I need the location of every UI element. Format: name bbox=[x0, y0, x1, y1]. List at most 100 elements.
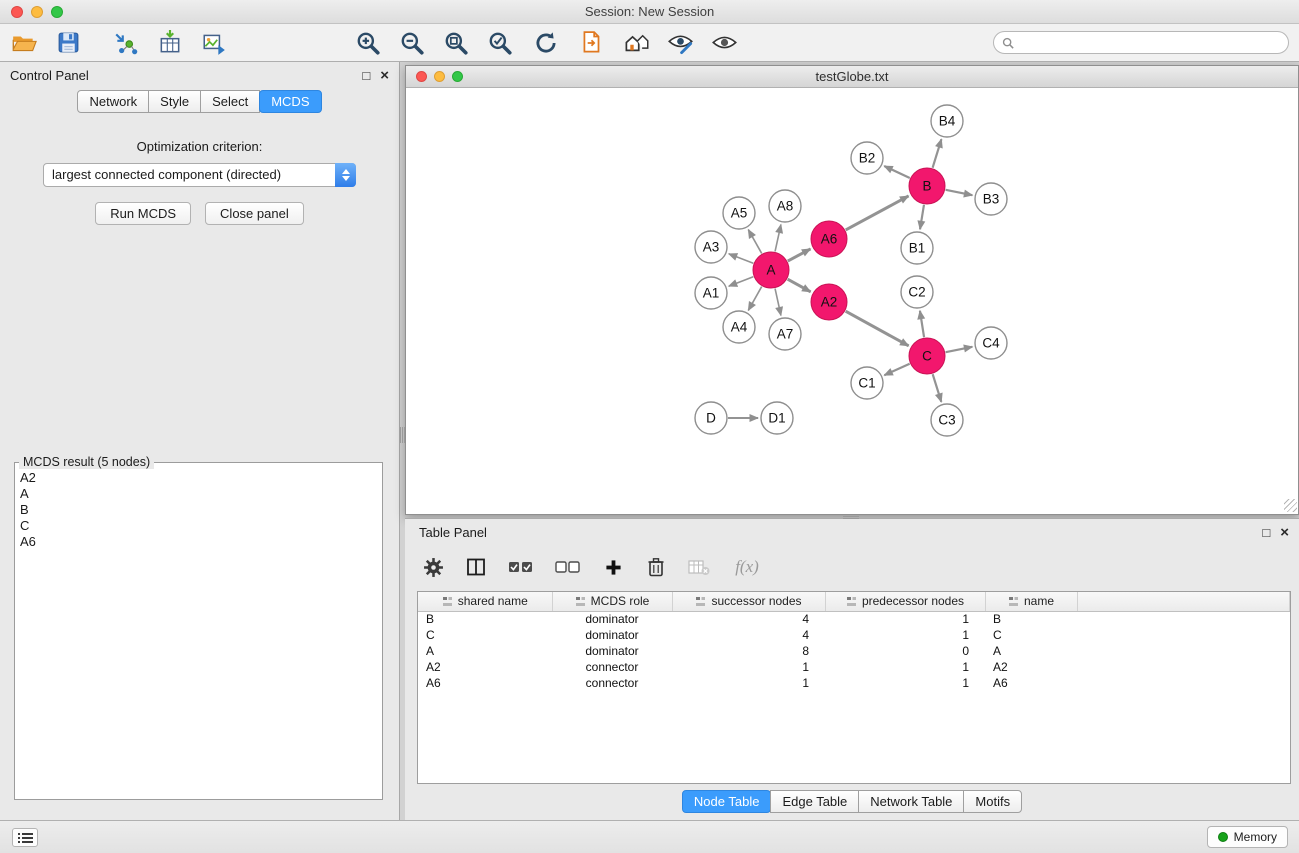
vertical-split-handle[interactable] bbox=[400, 427, 405, 443]
cell-name[interactable]: A2 bbox=[985, 659, 1077, 675]
edge-C-C1[interactable] bbox=[884, 364, 909, 375]
tab-motifs[interactable]: Motifs bbox=[963, 790, 1022, 813]
node-A4[interactable]: A4 bbox=[723, 311, 755, 343]
cell-predecessor-nodes[interactable]: 1 bbox=[825, 659, 985, 675]
table-settings-button[interactable] bbox=[421, 555, 445, 579]
home-network-button[interactable] bbox=[622, 29, 650, 57]
tab-mcds[interactable]: MCDS bbox=[259, 90, 321, 113]
tab-select[interactable]: Select bbox=[200, 90, 260, 113]
node-A1[interactable]: A1 bbox=[695, 277, 727, 309]
memory-button[interactable]: Memory bbox=[1207, 826, 1288, 848]
node-B2[interactable]: B2 bbox=[851, 142, 883, 174]
cell-mcds-role[interactable]: dominator bbox=[552, 643, 672, 659]
cell-mcds-role[interactable]: dominator bbox=[552, 627, 672, 643]
cell-shared-name[interactable]: A6 bbox=[418, 675, 552, 691]
column-header-predecessor-nodes[interactable]: predecessor nodes bbox=[825, 592, 985, 611]
cell-successor-nodes[interactable]: 1 bbox=[672, 675, 825, 691]
edge-A-A6[interactable] bbox=[788, 249, 811, 261]
cell-successor-nodes[interactable]: 4 bbox=[672, 611, 825, 627]
search-input[interactable] bbox=[1019, 36, 1288, 50]
open-session-button[interactable] bbox=[10, 29, 38, 57]
cell-shared-name[interactable]: C bbox=[418, 627, 552, 643]
zoom-fit-button[interactable] bbox=[442, 29, 470, 57]
cell-mcds-role[interactable]: dominator bbox=[552, 611, 672, 627]
node-A3[interactable]: A3 bbox=[695, 231, 727, 263]
cell-name[interactable]: A bbox=[985, 643, 1077, 659]
edge-B-B2[interactable] bbox=[884, 166, 910, 178]
edge-B-B1[interactable] bbox=[920, 205, 924, 229]
close-table-panel-icon[interactable]: × bbox=[1280, 525, 1289, 540]
import-network-button[interactable] bbox=[112, 29, 140, 57]
result-item[interactable]: B bbox=[20, 502, 377, 518]
horizontal-split-handle[interactable] bbox=[843, 515, 859, 519]
show-columns-button[interactable] bbox=[464, 555, 488, 579]
tab-network-table[interactable]: Network Table bbox=[858, 790, 964, 813]
edge-A-A4[interactable] bbox=[748, 287, 761, 311]
result-item[interactable]: A bbox=[20, 486, 377, 502]
save-session-button[interactable] bbox=[54, 29, 82, 57]
edge-B-B4[interactable] bbox=[933, 139, 942, 168]
node-C1[interactable]: C1 bbox=[851, 367, 883, 399]
zoom-out-button[interactable] bbox=[398, 29, 426, 57]
node-B4[interactable]: B4 bbox=[931, 105, 963, 137]
show-details-button[interactable] bbox=[710, 29, 738, 57]
select-all-button[interactable] bbox=[507, 555, 535, 579]
tab-style[interactable]: Style bbox=[148, 90, 201, 113]
tab-network[interactable]: Network bbox=[77, 90, 149, 113]
cell-successor-nodes[interactable]: 8 bbox=[672, 643, 825, 659]
cell-name[interactable]: C bbox=[985, 627, 1077, 643]
cell-mcds-role[interactable]: connector bbox=[552, 675, 672, 691]
node-C4[interactable]: C4 bbox=[975, 327, 1007, 359]
cell-shared-name[interactable]: A2 bbox=[418, 659, 552, 675]
table-row[interactable]: Bdominator41B bbox=[418, 611, 1290, 627]
network-document-button[interactable] bbox=[578, 29, 606, 57]
node-C[interactable]: C bbox=[909, 338, 945, 374]
edge-B-B3[interactable] bbox=[946, 190, 973, 195]
zoom-selected-button[interactable] bbox=[486, 29, 514, 57]
node-C2[interactable]: C2 bbox=[901, 276, 933, 308]
zoom-in-button[interactable] bbox=[354, 29, 382, 57]
cell-name[interactable]: B bbox=[985, 611, 1077, 627]
network-graph[interactable]: AA1A2A3A4A5A6A7A8BB1B2B3B4CC1C2C3C4DD1 bbox=[406, 88, 1298, 513]
cell-mcds-role[interactable]: connector bbox=[552, 659, 672, 675]
edge-A2-C[interactable] bbox=[846, 311, 909, 346]
node-A[interactable]: A bbox=[753, 252, 789, 288]
edge-A-A5[interactable] bbox=[748, 230, 761, 254]
run-mcds-button[interactable]: Run MCDS bbox=[95, 202, 191, 225]
edge-A-A2[interactable] bbox=[788, 279, 811, 292]
node-A2[interactable]: A2 bbox=[811, 284, 847, 320]
cell-predecessor-nodes[interactable]: 1 bbox=[825, 611, 985, 627]
delete-row-button[interactable] bbox=[644, 555, 668, 579]
table-row[interactable]: A2connector11A2 bbox=[418, 659, 1290, 675]
window-resize-grip[interactable] bbox=[1284, 499, 1297, 512]
edge-A-A3[interactable] bbox=[729, 254, 754, 263]
close-panel-icon[interactable]: × bbox=[380, 68, 389, 83]
table-row[interactable]: Adominator80A bbox=[418, 643, 1290, 659]
node-A6[interactable]: A6 bbox=[811, 221, 847, 257]
result-item[interactable]: C bbox=[20, 518, 377, 534]
edge-C-C3[interactable] bbox=[933, 374, 942, 402]
node-D1[interactable]: D1 bbox=[761, 402, 793, 434]
column-header-shared-name[interactable]: shared name bbox=[418, 592, 552, 611]
result-item[interactable]: A2 bbox=[20, 470, 377, 486]
cell-name[interactable]: A6 bbox=[985, 675, 1077, 691]
edge-C-C2[interactable] bbox=[920, 311, 924, 337]
column-header-name[interactable]: name bbox=[985, 592, 1077, 611]
tab-edge-table[interactable]: Edge Table bbox=[770, 790, 859, 813]
float-panel-icon[interactable]: □ bbox=[362, 69, 370, 82]
add-row-button[interactable] bbox=[601, 555, 625, 579]
close-panel-button[interactable]: Close panel bbox=[205, 202, 304, 225]
edge-C-C4[interactable] bbox=[946, 347, 973, 352]
table-row[interactable]: Cdominator41C bbox=[418, 627, 1290, 643]
edge-A-A1[interactable] bbox=[729, 277, 754, 286]
edge-A-A7[interactable] bbox=[775, 289, 781, 316]
cell-successor-nodes[interactable]: 1 bbox=[672, 659, 825, 675]
cell-predecessor-nodes[interactable]: 0 bbox=[825, 643, 985, 659]
cell-shared-name[interactable]: B bbox=[418, 611, 552, 627]
cell-successor-nodes[interactable]: 4 bbox=[672, 627, 825, 643]
node-B[interactable]: B bbox=[909, 168, 945, 204]
node-A7[interactable]: A7 bbox=[769, 318, 801, 350]
column-header-mcds-role[interactable]: MCDS role bbox=[552, 592, 672, 611]
node-B1[interactable]: B1 bbox=[901, 232, 933, 264]
cell-shared-name[interactable]: A bbox=[418, 643, 552, 659]
